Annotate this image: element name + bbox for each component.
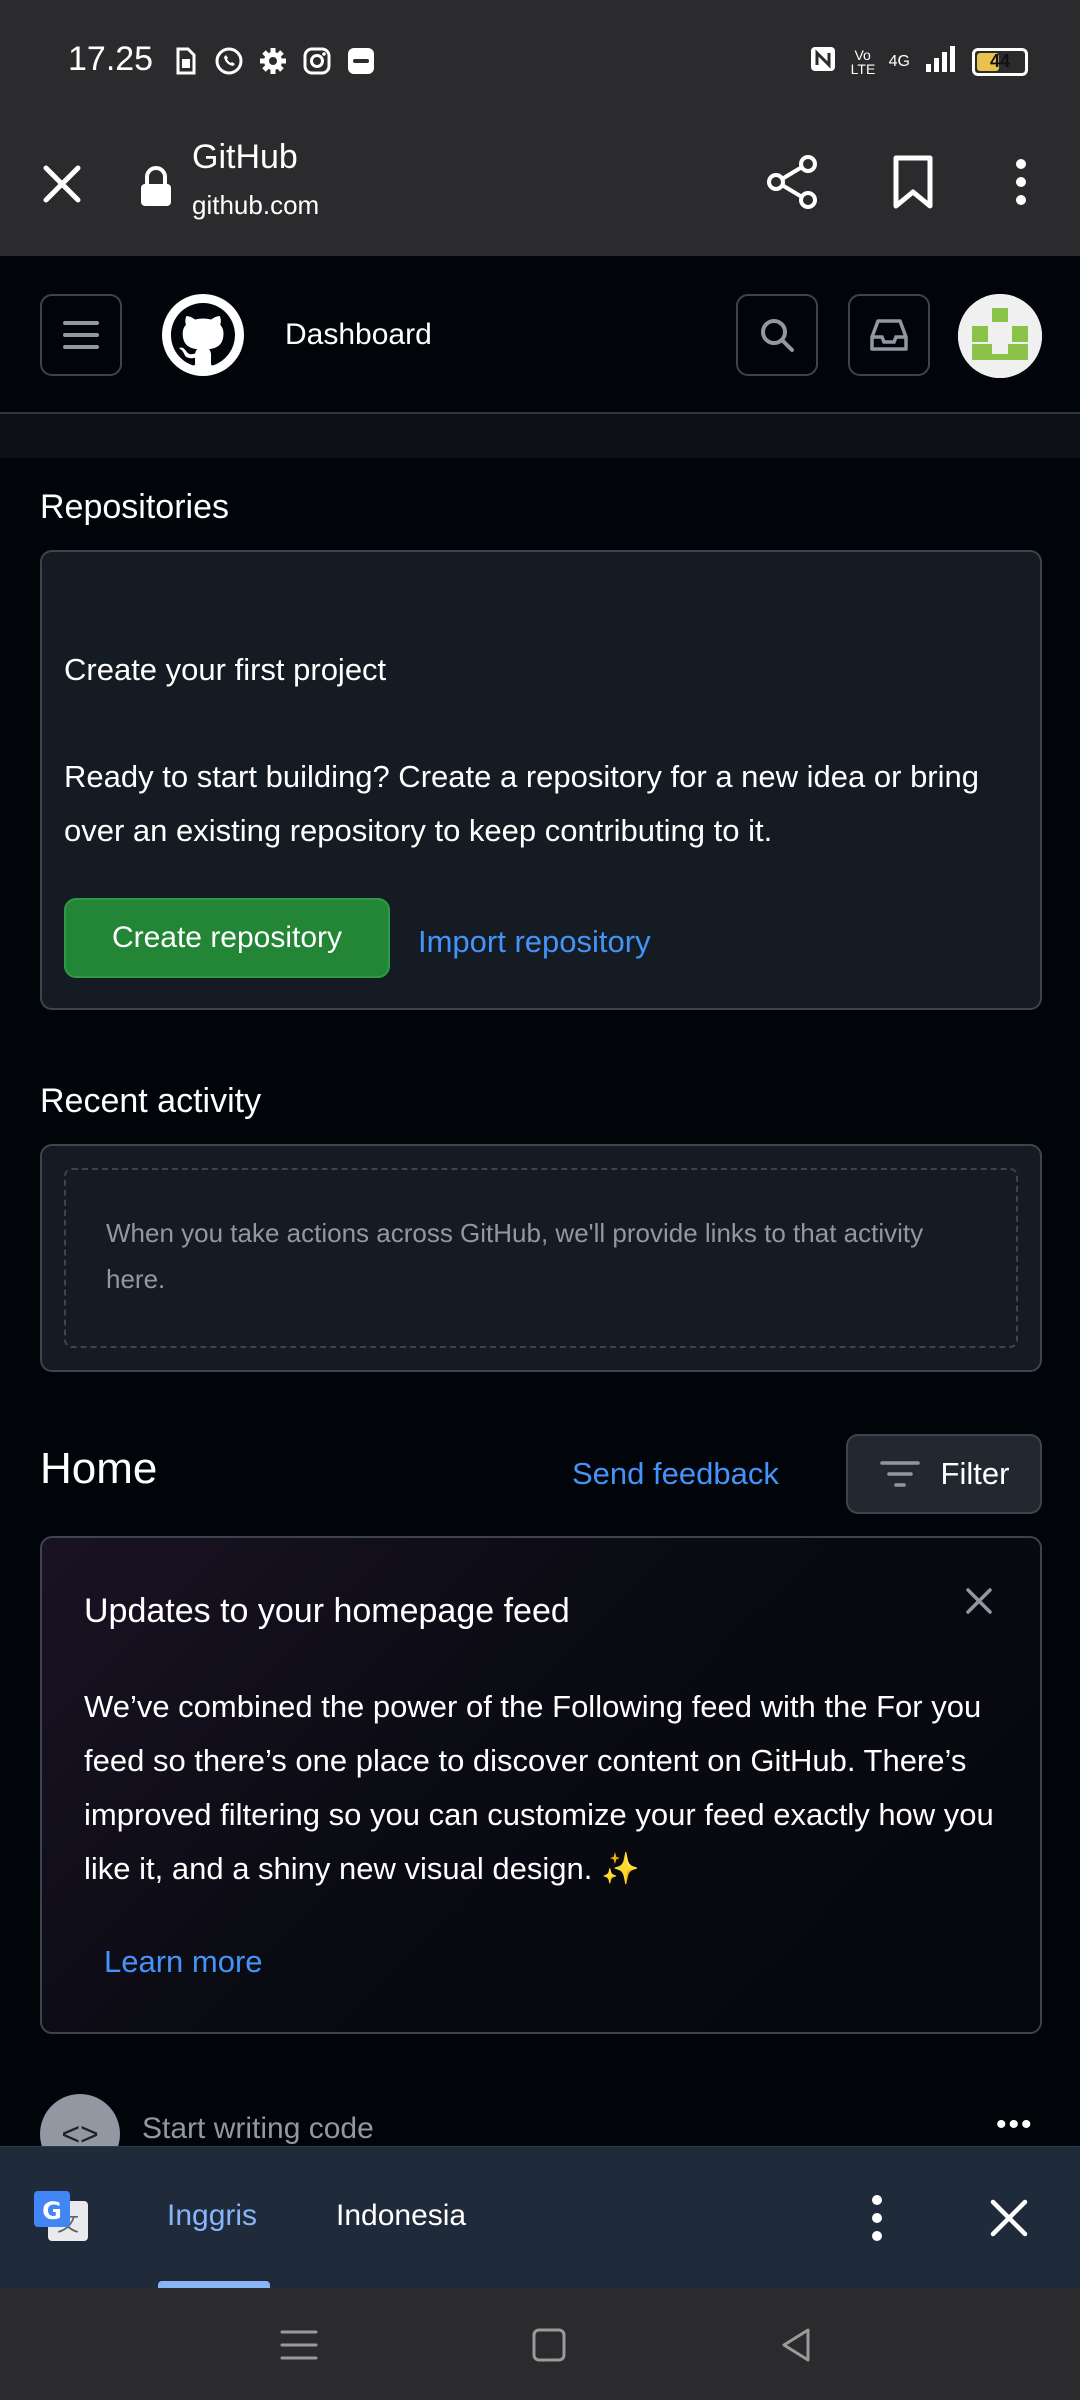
feed-item-start-writing: <> Start writing code ••• [0,2088,1080,2148]
recent-activity-card: When you take actions across GitHub, we'… [40,1144,1042,1372]
search-button[interactable] [736,294,818,376]
bookmark-button[interactable] [886,152,940,212]
signal-icon [924,44,958,79]
github-header: Dashboard [0,256,1080,414]
browser-toolbar: GitHub github.com [0,124,1080,256]
repositories-section-title: Repositories [40,488,229,526]
hamburger-menu-button[interactable] [40,294,122,376]
more-vertical-icon [872,2195,882,2241]
filter-icon [879,1461,920,1487]
filter-label: Filter [940,1456,1010,1491]
header-divider-strip [0,414,1080,458]
instagram-icon [302,46,332,76]
dismiss-notice-button[interactable] [962,1584,996,1618]
browser-url[interactable]: github.com [192,190,319,221]
import-repository-link[interactable]: Import repository [418,924,651,960]
share-icon [767,155,817,209]
back-button[interactable] [774,2322,820,2368]
close-icon [990,2199,1028,2237]
empty-activity-text: When you take actions across GitHub, we'… [106,1218,924,1294]
battery-level: 44 [989,51,1011,71]
svg-text:G: G [42,2197,62,2225]
whatsapp-icon [214,46,244,76]
search-icon [761,319,794,352]
github-logo[interactable] [162,294,244,376]
repositories-card: Create your first project Ready to start… [40,550,1042,1010]
homepage-feed-notice: Updates to your homepage feed We’ve comb… [40,1536,1042,2034]
recent-activity-section-title: Recent activity [40,1082,262,1120]
create-project-description: Ready to start building? Create a reposi… [64,759,979,848]
inbox-button[interactable] [848,294,930,376]
back-triangle-icon [782,2328,810,2362]
learn-more-link[interactable]: Learn more [104,1944,263,1980]
filter-button[interactable]: Filter [846,1434,1042,1514]
tab-target-language[interactable]: Indonesia [336,2199,466,2233]
google-translate-icon: 文G [32,2189,92,2249]
hamburger-icon [63,321,99,349]
status-bar: 17.25 Vo LTE 4G 44 [0,0,1080,124]
feed-notice-body: We’ve combined the power of the Followin… [84,1689,994,1886]
lock-icon [138,164,174,208]
code-icon: <> [40,2094,120,2148]
page-title: Dashboard [285,318,432,351]
system-navigation-bar [0,2288,1080,2400]
menu-lines-icon [280,2330,318,2360]
send-feedback-link[interactable]: Send feedback [572,1456,779,1492]
close-tab-button[interactable] [36,158,88,210]
tab-source-language[interactable]: Inggris [167,2199,257,2233]
start-writing-code-label[interactable]: Start writing code [142,2112,374,2146]
create-project-heading: Create your first project [64,652,387,687]
user-avatar[interactable] [958,294,1042,378]
settings-gear-icon [258,46,288,76]
create-repository-button[interactable]: Create repository [64,898,390,978]
status-time: 17.25 [68,40,154,78]
close-icon [966,1588,992,1614]
sim-card-icon [170,46,200,76]
close-translate-button[interactable] [988,2197,1030,2239]
browser-menu-button[interactable] [1006,152,1036,212]
bookmark-icon [893,155,933,209]
home-button[interactable] [526,2322,572,2368]
square-icon [532,2328,566,2362]
github-octocat-icon [171,303,235,366]
nfc-icon [809,45,837,78]
browser-page-title: GitHub [192,138,298,176]
feed-notice-title: Updates to your homepage feed [84,1592,570,1630]
share-button[interactable] [762,152,822,212]
recent-apps-button[interactable] [276,2322,322,2368]
close-icon [43,165,81,203]
identicon-avatar-icon [958,294,1042,378]
more-vertical-icon [1016,159,1026,205]
translate-bar: 文G Inggris Indonesia [0,2146,1080,2289]
more-options-icon[interactable]: ••• [996,2108,1034,2142]
translate-options-button[interactable] [862,2191,892,2245]
volte-label: Vo LTE [850,46,876,77]
network-type: 4G [888,52,910,70]
inbox-icon [870,319,908,351]
app-notification-icon [346,46,376,76]
home-title: Home [40,1444,158,1493]
battery-icon: 44 [972,47,1028,76]
